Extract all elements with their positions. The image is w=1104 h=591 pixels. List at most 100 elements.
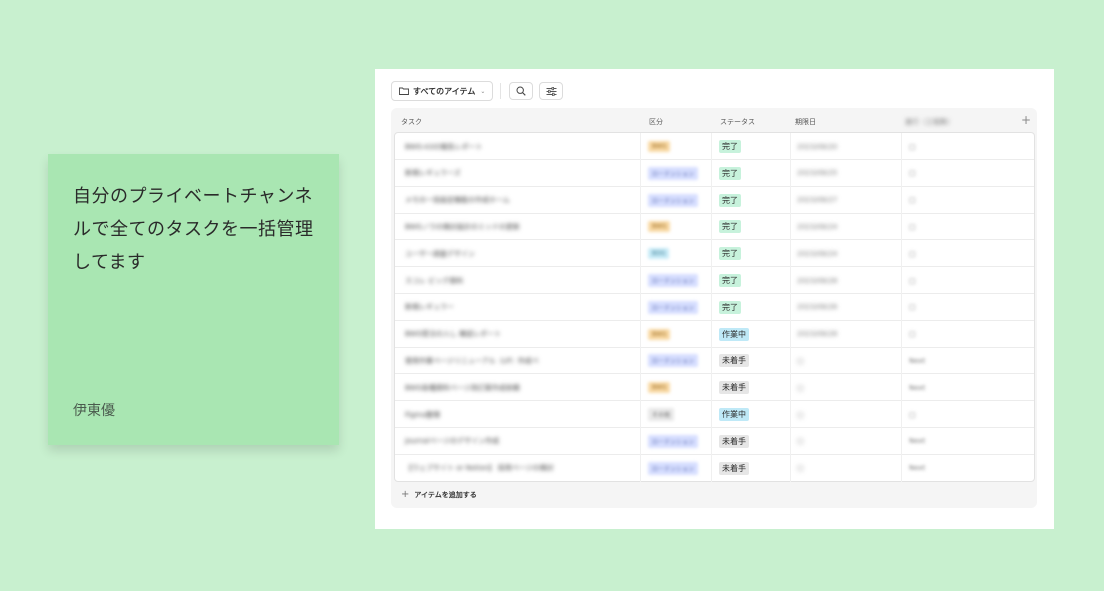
column-header-progress[interactable]: 進行（工程数） bbox=[905, 117, 954, 127]
column-divider bbox=[790, 240, 791, 268]
category-cell[interactable]: ローテンション bbox=[648, 160, 699, 187]
due-date-cell[interactable]: □ bbox=[797, 374, 804, 401]
table-row[interactable]: 【ウェブサイト or Notion】 採用ページの検討 ローテンション 未着手 □ Ne… bbox=[395, 454, 1034, 482]
task-name-cell[interactable]: BWG受注の入し 確認レポート bbox=[405, 321, 501, 348]
table-row[interactable]: Figma整理 その他 作業中 □ □ bbox=[395, 401, 1034, 428]
column-header-due-date[interactable]: 期限日 bbox=[795, 117, 816, 127]
due-date-cell[interactable]: 2023/08/20 bbox=[797, 133, 837, 160]
task-name-cell[interactable]: BWG各種資料ページ改訂案作成依頼 bbox=[405, 374, 520, 401]
due-date-cell[interactable]: 2023/08/25 bbox=[797, 160, 837, 187]
status-cell[interactable]: 完了 bbox=[719, 133, 741, 160]
column-header-task[interactable]: タスク bbox=[401, 117, 422, 127]
status-cell[interactable]: 完了 bbox=[719, 240, 741, 267]
task-name-cell[interactable]: スコレ ビッグ資料 bbox=[405, 267, 463, 294]
category-cell[interactable]: BWG bbox=[648, 133, 671, 160]
due-date-cell[interactable]: 2023/08/28 bbox=[797, 267, 837, 294]
table-row[interactable]: BWGノウの検討設計のミッドの更新 BWG 完了 2023/08/24 □ bbox=[395, 213, 1034, 241]
due-date-cell[interactable]: 2023/08/27 bbox=[797, 187, 837, 214]
task-name-cell[interactable]: メモの一括設定機能の作成ホーム bbox=[405, 187, 510, 214]
due-date-cell[interactable]: □ bbox=[797, 401, 804, 428]
category-cell[interactable]: その他 bbox=[648, 401, 675, 428]
status-cell[interactable]: 完了 bbox=[719, 187, 741, 214]
progress-cell[interactable]: □ bbox=[909, 160, 916, 187]
table-row[interactable]: Journalページのデザイン作成 ローテンション 未着手 □ Next bbox=[395, 427, 1034, 455]
table-row[interactable]: ユーザー調査デザイン BDG 完了 2023/08/24 □ bbox=[395, 240, 1034, 268]
status-cell[interactable]: 完了 bbox=[719, 213, 741, 240]
status-cell[interactable]: 未着手 bbox=[719, 374, 749, 401]
add-column-button[interactable]: + bbox=[1021, 113, 1031, 127]
progress-cell[interactable]: Next bbox=[909, 374, 925, 401]
view-selector-button[interactable]: すべてのアイテム ⌄ bbox=[391, 81, 494, 101]
due-date-cell[interactable]: 2023/08/24 bbox=[797, 240, 837, 267]
column-divider bbox=[640, 401, 641, 428]
category-cell[interactable]: BWG bbox=[648, 321, 671, 348]
task-name-cell[interactable]: 新規レギュラー bbox=[405, 294, 454, 321]
status-cell[interactable]: 未着手 bbox=[719, 347, 749, 374]
task-name-cell[interactable]: Figma整理 bbox=[405, 401, 440, 428]
status-cell[interactable]: 完了 bbox=[719, 160, 741, 187]
progress-cell[interactable]: Next bbox=[909, 455, 925, 482]
progress-cell[interactable]: Next bbox=[909, 347, 925, 374]
progress-cell[interactable]: □ bbox=[909, 401, 916, 428]
task-name-cell[interactable]: ユーザー調査デザイン bbox=[405, 240, 475, 267]
task-name-cell[interactable]: BWGノウの検討設計のミッドの更新 bbox=[405, 213, 520, 240]
category-cell[interactable]: BWG bbox=[648, 374, 671, 401]
column-divider bbox=[790, 133, 791, 160]
status-cell[interactable]: 未着手 bbox=[719, 455, 749, 482]
table-row[interactable]: BWG各種資料ページ改訂案作成依頼 BWG 未着手 □ Next bbox=[395, 374, 1034, 402]
task-name-cell[interactable]: 使用作業ページリニューアル（LP）作成ペ bbox=[405, 347, 539, 374]
status-cell[interactable]: 完了 bbox=[719, 294, 741, 321]
category-cell[interactable]: ローテンション bbox=[648, 347, 699, 374]
task-name-cell[interactable]: Journalページのデザイン作成 bbox=[405, 428, 499, 455]
column-divider bbox=[711, 374, 712, 402]
task-name-cell[interactable]: 【ウェブサイト or Notion】 採用ページの検討 bbox=[405, 455, 554, 482]
category-tag: ローテンション bbox=[648, 274, 699, 287]
due-date-cell[interactable]: 2023/08/26 bbox=[797, 294, 837, 321]
progress-cell[interactable]: □ bbox=[909, 294, 916, 321]
category-cell[interactable]: ローテンション bbox=[648, 455, 699, 482]
category-cell[interactable]: ローテンション bbox=[648, 294, 699, 321]
category-cell[interactable]: ローテンション bbox=[648, 187, 699, 214]
category-tag: ローテンション bbox=[648, 354, 699, 368]
due-date-cell[interactable]: □ bbox=[797, 428, 804, 455]
task-name-cell[interactable]: BWG-A3の報告レポート bbox=[405, 133, 483, 160]
table-row[interactable]: スコレ ビッグ資料 ローテンション 完了 2023/08/28 □ bbox=[395, 267, 1034, 294]
category-cell[interactable]: ローテンション bbox=[648, 428, 699, 455]
table-row[interactable]: メモの一括設定機能の作成ホーム ローテンション 完了 2023/08/27 □ bbox=[395, 186, 1034, 214]
due-date-cell[interactable]: □ bbox=[797, 455, 804, 482]
table-row[interactable]: 使用作業ページリニューアル（LP）作成ペ ローテンション 未着手 □ Next bbox=[395, 347, 1034, 375]
progress-cell[interactable]: □ bbox=[909, 133, 916, 160]
due-date-cell[interactable]: □ bbox=[797, 347, 804, 374]
status-cell[interactable]: 作業中 bbox=[719, 401, 749, 428]
category-cell[interactable]: BWG bbox=[648, 213, 671, 240]
status-cell[interactable]: 未着手 bbox=[719, 428, 749, 455]
progress-cell[interactable]: □ bbox=[909, 267, 916, 294]
progress-cell[interactable]: □ bbox=[909, 240, 916, 267]
table-row[interactable]: BWG受注の入し 確認レポート BWG 作業中 2023/08/28 □ bbox=[395, 320, 1034, 348]
column-divider bbox=[790, 374, 791, 402]
add-item-button[interactable]: + アイテムを追加する bbox=[401, 489, 477, 500]
table-row[interactable]: 新規レギュラー ローテンション 完了 2023/08/26 □ bbox=[395, 293, 1034, 321]
category-cell[interactable]: ローテンション bbox=[648, 267, 699, 294]
progress-cell[interactable]: □ bbox=[909, 213, 916, 240]
status-cell[interactable]: 完了 bbox=[719, 267, 741, 294]
search-button[interactable] bbox=[509, 82, 534, 100]
filter-button[interactable] bbox=[539, 82, 564, 100]
due-date-cell[interactable]: 2023/08/28 bbox=[797, 321, 837, 348]
due-date-cell[interactable]: 2023/08/24 bbox=[797, 213, 837, 240]
table-row[interactable]: 新規レギュラーズ ローテンション 完了 2023/08/25 □ bbox=[395, 159, 1034, 187]
category-tag: ローテンション bbox=[648, 434, 699, 448]
category-cell[interactable]: BDG bbox=[648, 240, 670, 267]
column-header-category[interactable]: 区分 bbox=[649, 117, 663, 127]
column-divider bbox=[790, 454, 791, 482]
status-cell[interactable]: 作業中 bbox=[719, 321, 749, 348]
column-divider bbox=[790, 213, 791, 241]
progress-cell[interactable]: Next bbox=[909, 428, 925, 455]
column-header-status[interactable]: ステータス bbox=[720, 117, 755, 127]
status-badge: 未着手 bbox=[719, 461, 749, 475]
table-row[interactable]: BWG-A3の報告レポート BWG 完了 2023/08/20 □ bbox=[395, 133, 1034, 160]
progress-cell[interactable]: □ bbox=[909, 321, 916, 348]
progress-cell[interactable]: □ bbox=[909, 187, 916, 214]
task-name-cell[interactable]: 新規レギュラーズ bbox=[405, 160, 461, 187]
column-divider bbox=[901, 267, 902, 294]
